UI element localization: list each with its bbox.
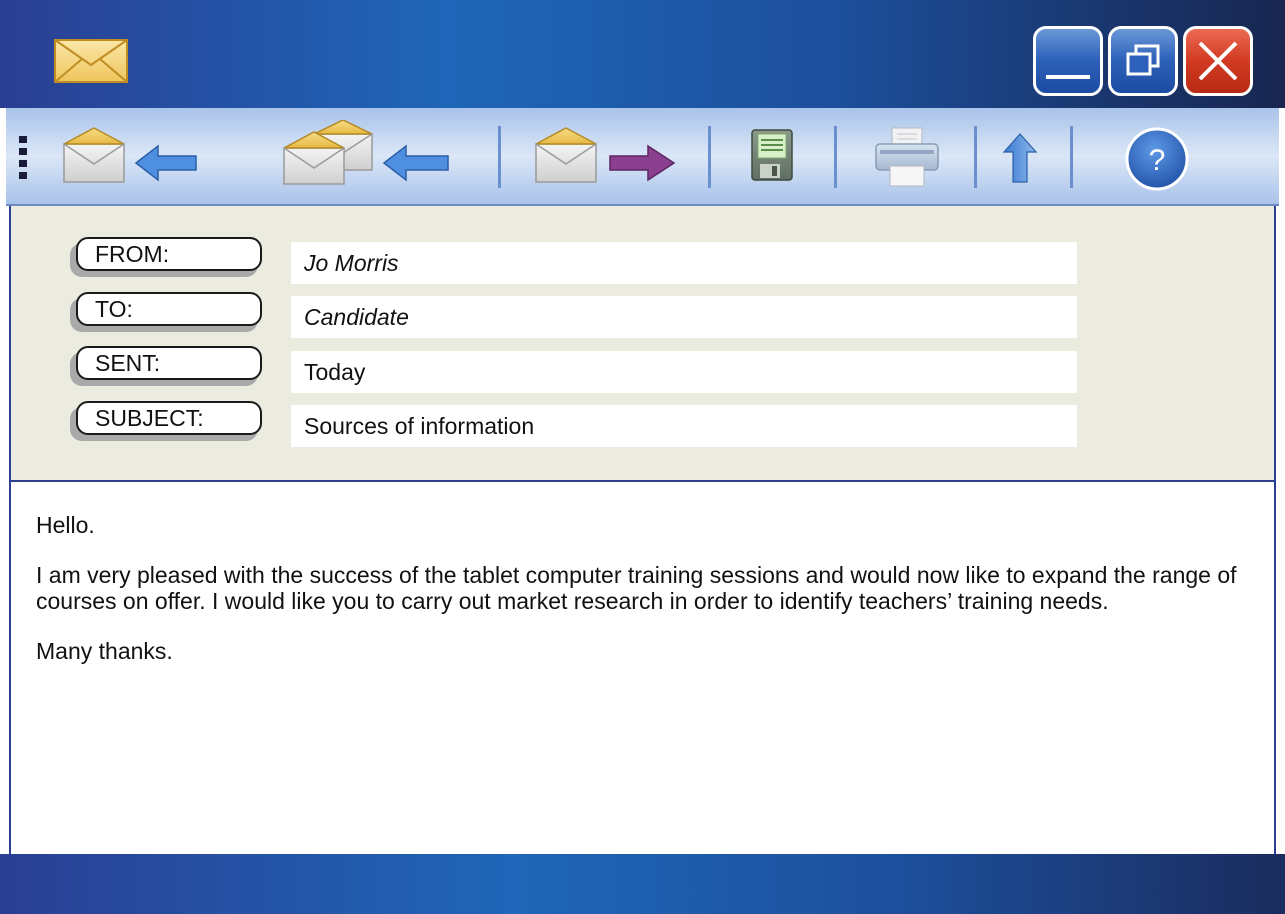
save-button[interactable] [750, 128, 798, 184]
up-arrow-icon [1002, 133, 1038, 183]
reply-all-icon [283, 119, 449, 185]
from-label: FROM: [76, 237, 262, 271]
save-icon [751, 129, 793, 181]
toolbar-separator [498, 126, 501, 188]
restore-icon [1126, 44, 1160, 76]
message-greeting: Hello. [36, 512, 95, 538]
maximize-button[interactable] [1108, 26, 1178, 96]
toolbar-separator [1070, 126, 1073, 188]
sent-label-box: SENT: [70, 346, 268, 386]
to-field[interactable]: Candidate [291, 296, 1077, 338]
to-label-box: TO: [70, 292, 268, 332]
toolbar-separator [974, 126, 977, 188]
toolbar: ? [6, 108, 1279, 206]
status-bar [0, 854, 1285, 914]
message-header: FROM: Jo Morris TO: Candidate SENT: Toda… [9, 206, 1276, 482]
sent-label: SENT: [76, 346, 262, 380]
close-button[interactable] [1183, 26, 1253, 96]
up-button[interactable] [1002, 132, 1038, 184]
sent-field[interactable]: Today [291, 351, 1077, 393]
minimize-button[interactable] [1033, 26, 1103, 96]
toolbar-separator [834, 126, 837, 188]
from-field[interactable]: Jo Morris [291, 242, 1077, 284]
svg-text:?: ? [1149, 144, 1166, 177]
minimize-icon [1046, 75, 1090, 79]
print-icon [875, 127, 939, 187]
message-paragraph: I am very pleased with the success of th… [36, 562, 1237, 614]
help-button[interactable]: ? [1124, 126, 1190, 192]
title-bar [0, 0, 1285, 108]
to-label: TO: [76, 292, 262, 326]
email-window: ? FROM: Jo Morris TO: Candidate SENT: To… [0, 0, 1285, 914]
close-icon [1198, 41, 1238, 81]
help-icon: ? [1125, 127, 1189, 191]
forward-icon [535, 127, 676, 183]
mail-icon [54, 39, 128, 83]
message-body[interactable]: Hello. I am very pleased with the succes… [9, 482, 1276, 854]
message-closing: Many thanks. [36, 638, 173, 664]
reply-icon [63, 127, 197, 183]
toolbar-grip[interactable] [19, 136, 29, 180]
subject-label-box: SUBJECT: [70, 401, 268, 441]
toolbar-separator [708, 126, 711, 188]
reply-button[interactable] [62, 126, 202, 186]
subject-field[interactable]: Sources of information [291, 405, 1077, 447]
print-button[interactable] [872, 126, 942, 188]
forward-button[interactable] [534, 126, 680, 186]
from-label-box: FROM: [70, 237, 268, 277]
reply-all-button[interactable] [282, 119, 452, 186]
subject-label: SUBJECT: [76, 401, 262, 435]
